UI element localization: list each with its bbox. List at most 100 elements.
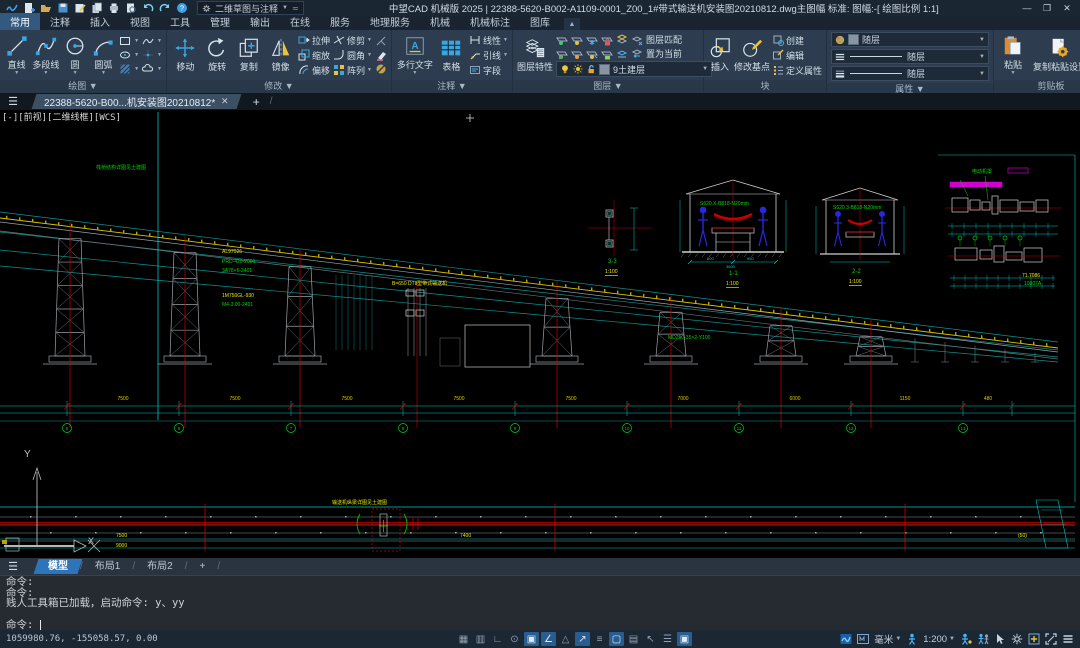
dyninput-icon[interactable]: ▣ bbox=[677, 632, 692, 646]
layer-match-button[interactable]: 图层匹配 bbox=[646, 33, 682, 46]
tab-layout1[interactable]: 布局1 bbox=[83, 559, 133, 574]
array-button[interactable]: 阵列▼ bbox=[333, 64, 372, 77]
mirror-button[interactable]: 镜像 bbox=[266, 32, 295, 78]
menu-tab-9[interactable]: 地理服务 bbox=[360, 13, 420, 30]
menu-tab-8[interactable]: 服务 bbox=[320, 13, 360, 30]
menu-tab-11[interactable]: 机械标注 bbox=[460, 13, 520, 30]
minimize-button[interactable]: — bbox=[1018, 2, 1036, 14]
viewport-controls[interactable]: [-][前视][二维线框][WCS] bbox=[2, 110, 121, 123]
stretch-button[interactable]: 拉伸 bbox=[298, 34, 330, 47]
edit-basepoint-button[interactable]: 修改基点 bbox=[735, 32, 769, 78]
panel-title-layers[interactable]: 图层 ▼ bbox=[513, 80, 703, 93]
move-button[interactable]: 移动 bbox=[171, 32, 200, 78]
ribbon-collapse-icon[interactable]: ▲ bbox=[564, 18, 580, 30]
layer-freeze-icon[interactable] bbox=[571, 34, 583, 46]
layer-unisolate-icon[interactable] bbox=[631, 34, 643, 46]
command-window[interactable]: 命令: 命令: 贱人工具箱已加载，启动命令: y、yy 命令: bbox=[0, 575, 1080, 630]
create-block-button[interactable]: 创建 bbox=[772, 34, 822, 47]
menu-tab-0[interactable]: 常用 bbox=[0, 13, 40, 30]
annotation-icon[interactable]: △ bbox=[558, 632, 573, 646]
define-attribute-button[interactable]: 定义属性 bbox=[772, 64, 822, 77]
layer-on-icon[interactable] bbox=[556, 34, 568, 46]
status-menu-icon[interactable] bbox=[1062, 633, 1074, 645]
mtext-button[interactable]: A 多行文字▼ bbox=[396, 32, 434, 78]
selection-cursor-icon[interactable] bbox=[994, 633, 1006, 645]
explode-button[interactable] bbox=[375, 35, 387, 47]
menu-tab-2[interactable]: 插入 bbox=[80, 13, 120, 30]
offset-button[interactable]: 偏移 bbox=[298, 64, 330, 77]
erase-button[interactable] bbox=[375, 49, 387, 61]
menu-tab-3[interactable]: 视图 bbox=[120, 13, 160, 30]
document-tab[interactable]: 22388-5620-B00...机安装图20210812* ✕ bbox=[32, 94, 242, 109]
ellipse-icon[interactable] bbox=[119, 49, 131, 61]
layer-set-current-button[interactable]: 置为当前 bbox=[646, 47, 682, 60]
panel-title-annotate[interactable]: 注释 ▼ bbox=[392, 80, 512, 93]
close-button[interactable]: ✕ bbox=[1058, 2, 1076, 14]
copy-object-button[interactable]: 复制 bbox=[235, 32, 264, 78]
snap-icon[interactable]: ▥ bbox=[473, 632, 488, 646]
otrack-icon[interactable]: ↗ bbox=[575, 632, 590, 646]
zwcad-sync-icon[interactable] bbox=[840, 633, 852, 645]
linetype-control[interactable]: 随层 ▼ bbox=[831, 49, 989, 64]
line-button[interactable]: 直线▼ bbox=[4, 32, 29, 78]
close-tab-icon[interactable]: ✕ bbox=[221, 96, 229, 107]
layer-isolate-icon[interactable] bbox=[616, 34, 628, 46]
rectangle-icon[interactable] bbox=[119, 35, 131, 47]
ortho-icon[interactable]: ∟ bbox=[490, 632, 505, 646]
properties-icon[interactable]: ▤ bbox=[626, 632, 641, 646]
layer-dropdown[interactable]: 9土建层 ▼ bbox=[556, 61, 712, 77]
polar-icon[interactable]: ⊙ bbox=[507, 632, 522, 646]
lineweight-icon[interactable]: ≡ bbox=[592, 632, 607, 646]
ui-config-icon[interactable]: ☰ bbox=[660, 632, 675, 646]
annotation-visibility-icon[interactable] bbox=[960, 633, 972, 645]
menu-tab-12[interactable]: 图库 bbox=[520, 13, 560, 30]
menu-tab-7[interactable]: 在线 bbox=[280, 13, 320, 30]
layer-walk-icon[interactable] bbox=[616, 48, 628, 60]
panel-title-block[interactable]: 块 bbox=[704, 80, 826, 93]
polyline-button[interactable]: 多段线▼ bbox=[32, 32, 59, 78]
layer-prev-icon[interactable] bbox=[631, 48, 643, 60]
color-control[interactable]: 随层 ▼ bbox=[831, 32, 989, 47]
add-status-icon[interactable] bbox=[1028, 633, 1040, 645]
menu-tab-6[interactable]: 输出 bbox=[240, 13, 280, 30]
trim-button[interactable]: 修剪▼ bbox=[333, 34, 372, 47]
tab-model[interactable]: 模型 bbox=[34, 559, 83, 574]
menu-tab-4[interactable]: 工具 bbox=[160, 13, 200, 30]
edit-block-button[interactable]: 编辑 bbox=[772, 49, 822, 62]
drawing-canvas[interactable]: [-][前视][二维线框][WCS] 750075007500750075007… bbox=[0, 110, 1080, 558]
add-layout-button[interactable]: + bbox=[187, 559, 217, 574]
units-badge-icon[interactable] bbox=[857, 633, 869, 645]
esnap-icon[interactable]: ▣ bbox=[524, 632, 539, 646]
hatch-icon[interactable] bbox=[119, 63, 131, 75]
units-selector[interactable]: 毫米▼ bbox=[874, 632, 901, 646]
menu-tab-5[interactable]: 管理 bbox=[200, 13, 240, 30]
angle-icon[interactable]: ∠ bbox=[541, 632, 556, 646]
scale-button[interactable]: 缩放 bbox=[298, 49, 330, 62]
spline-icon[interactable] bbox=[142, 35, 154, 47]
circle-button[interactable]: 圆▼ bbox=[62, 32, 87, 78]
insert-block-button[interactable]: 插入 bbox=[708, 32, 732, 78]
arc-button[interactable]: 圆弧▼ bbox=[91, 32, 116, 78]
layer-freeze2-icon[interactable] bbox=[571, 48, 583, 60]
rotate-button[interactable]: 旋转 bbox=[203, 32, 232, 78]
panel-title-modify[interactable]: 修改 ▼ bbox=[167, 80, 391, 93]
tab-layout2[interactable]: 布局2 bbox=[135, 559, 185, 574]
new-tab-button[interactable]: + bbox=[253, 95, 260, 109]
lineweight-control[interactable]: 随层 ▼ bbox=[831, 66, 989, 81]
revcloud-icon[interactable] bbox=[142, 63, 154, 75]
quickprop-icon[interactable]: ▢ bbox=[609, 632, 624, 646]
layer-thaw-icon[interactable] bbox=[586, 34, 598, 46]
table-button[interactable]: 表格 bbox=[437, 32, 466, 78]
panel-title-clipboard[interactable]: 剪贴板 bbox=[994, 80, 1080, 93]
layer-properties-button[interactable]: 图层特性 bbox=[517, 32, 553, 78]
fillet-button[interactable]: 圆角▼ bbox=[333, 49, 372, 62]
field-button[interactable]: 字段 bbox=[469, 64, 508, 77]
doc-menu-icon[interactable]: ☰ bbox=[0, 95, 26, 108]
linear-dim-button[interactable]: 线性▼ bbox=[469, 34, 508, 47]
layer-lock-icon[interactable] bbox=[601, 34, 613, 46]
join-button[interactable] bbox=[375, 63, 387, 75]
layer-unlock-icon[interactable] bbox=[601, 48, 613, 60]
leader-button[interactable]: 引线▼ bbox=[469, 49, 508, 62]
menu-tab-1[interactable]: 注释 bbox=[40, 13, 80, 30]
layer-off-icon[interactable] bbox=[556, 48, 568, 60]
